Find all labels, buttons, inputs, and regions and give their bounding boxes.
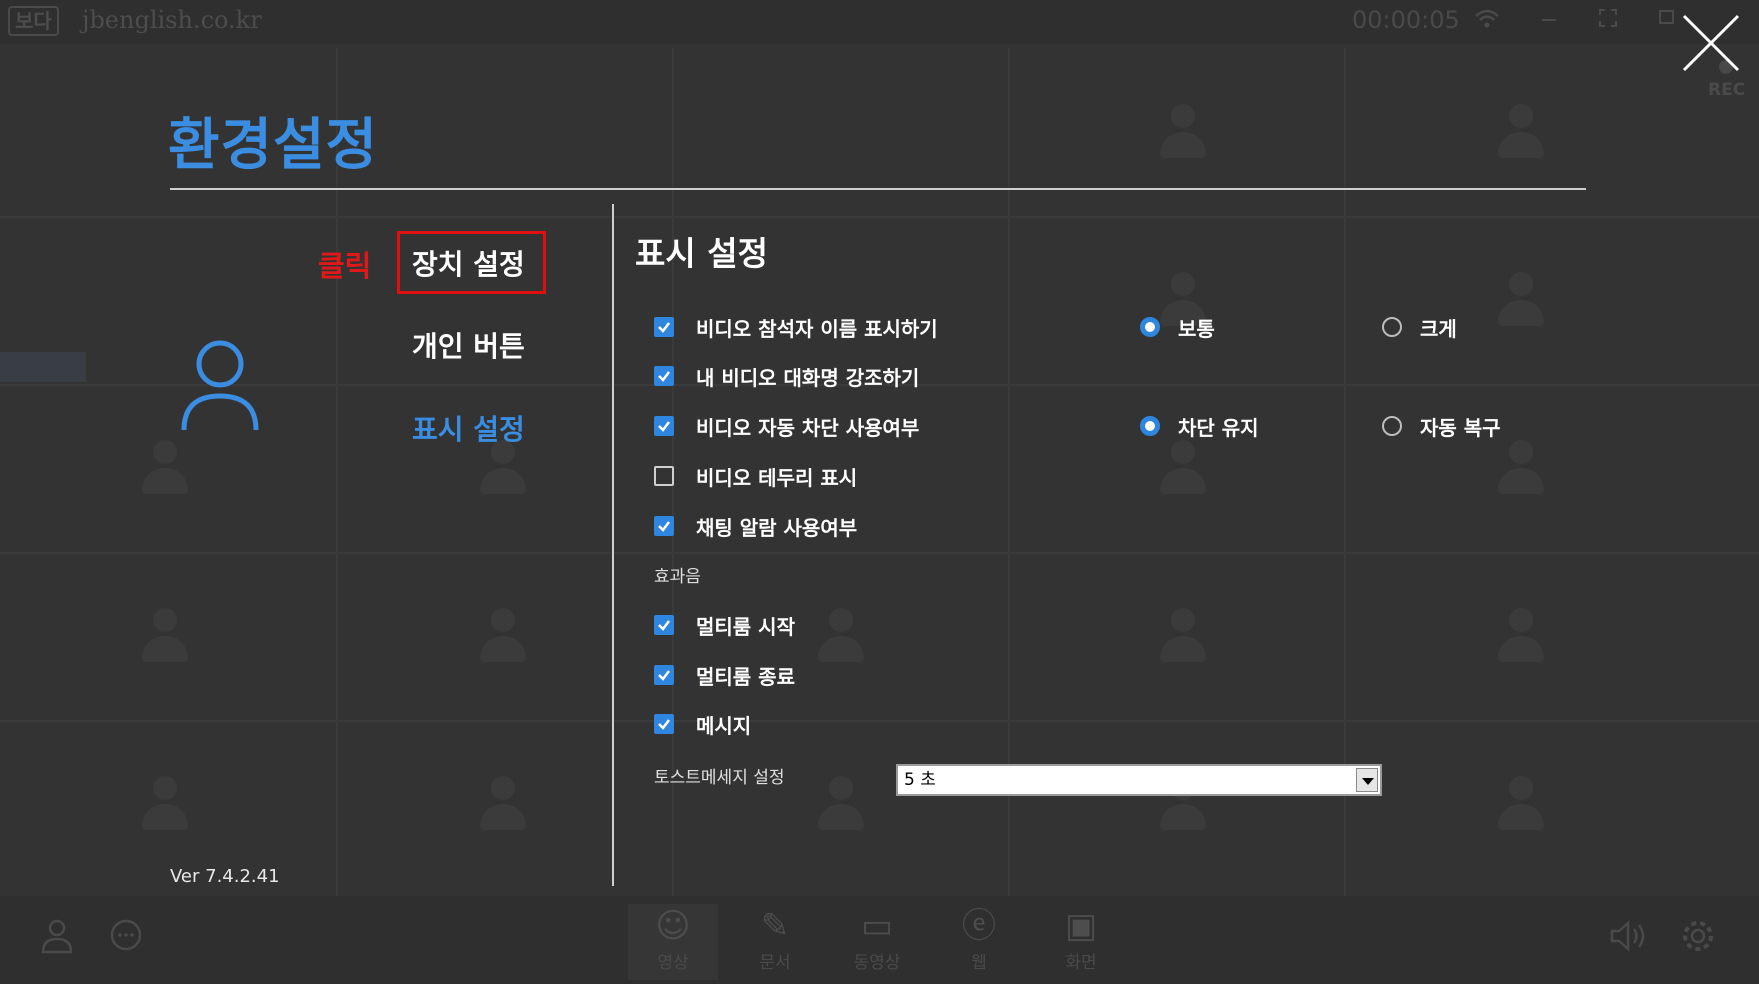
click-annotation: 클릭	[318, 249, 372, 283]
display-settings-heading: 표시 설정	[635, 234, 768, 273]
close-icon[interactable]	[1680, 12, 1742, 74]
gear-icon[interactable]	[1680, 918, 1716, 961]
radio-block-keep[interactable]: 차단 유지	[1140, 411, 1259, 441]
radio-name-size-normal[interactable]: 보통	[1140, 312, 1215, 342]
tool-movie[interactable]: ▭ 동영상	[832, 904, 922, 980]
option-show-participant-name[interactable]: 비디오 참석자 이름 표시하기	[654, 312, 938, 342]
settings-title: 환경설정	[168, 113, 379, 178]
toast-duration-value: 5 초	[904, 770, 936, 790]
chat-icon[interactable]	[108, 918, 144, 961]
radio-block-auto-restore[interactable]: 자동 복구	[1382, 411, 1501, 441]
user-profile-icon	[178, 338, 262, 434]
checkbox-checked-icon[interactable]	[654, 416, 674, 436]
tool-video[interactable]: ☺ 영상	[628, 904, 718, 980]
option-auto-block-video[interactable]: 비디오 자동 차단 사용여부	[654, 411, 919, 441]
maximize-icon[interactable]	[1658, 8, 1676, 32]
menu-device-settings[interactable]: 장치 설정	[412, 243, 525, 283]
participants-icon[interactable]	[40, 918, 74, 961]
option-sound-message[interactable]: 메시지	[654, 709, 751, 739]
radio-name-size-large[interactable]: 크게	[1382, 312, 1457, 342]
menu-personal-buttons[interactable]: 개인 버튼	[412, 325, 525, 365]
radio-unselected-icon[interactable]	[1382, 416, 1402, 436]
toast-message-label: 토스트메세지 설정	[654, 768, 785, 788]
radio-selected-icon[interactable]	[1140, 416, 1160, 436]
sound-effects-label: 효과음	[654, 567, 701, 587]
minimize-icon[interactable]	[1540, 8, 1558, 34]
checkbox-checked-icon[interactable]	[654, 714, 674, 734]
tool-web[interactable]: ⓔ 웹	[934, 904, 1024, 980]
title-divider	[170, 188, 1586, 190]
record-label: REC	[1708, 80, 1746, 100]
radio-unselected-icon[interactable]	[1382, 317, 1402, 337]
checkbox-checked-icon[interactable]	[654, 615, 674, 635]
screen-share-icon: ▣	[1064, 906, 1098, 946]
option-chat-alarm[interactable]: 채팅 알람 사용여부	[654, 511, 857, 541]
chevron-down-icon[interactable]	[1356, 768, 1378, 792]
speaker-icon[interactable]	[1608, 918, 1648, 961]
title-bar: 보다 jbenglish.co.kr 00:00:05	[0, 0, 1759, 44]
app-logo: 보다	[8, 6, 59, 36]
checkbox-checked-icon[interactable]	[654, 317, 674, 337]
option-video-border[interactable]: 비디오 테두리 표시	[654, 461, 857, 491]
session-timer: 00:00:05	[1352, 6, 1460, 34]
version-label: Ver 7.4.2.41	[170, 866, 280, 887]
tool-document[interactable]: ✎ 문서	[730, 904, 820, 980]
radio-selected-icon[interactable]	[1140, 317, 1160, 337]
wifi-icon	[1474, 8, 1500, 36]
video-icon: ▭	[860, 906, 894, 946]
checkbox-checked-icon[interactable]	[654, 665, 674, 685]
checkbox-checked-icon[interactable]	[654, 516, 674, 536]
web-icon: ⓔ	[962, 906, 996, 946]
option-sound-multiroom-end[interactable]: 멀티룸 종료	[654, 660, 795, 690]
checkbox-unchecked-icon[interactable]	[654, 466, 674, 486]
tool-screen-share[interactable]: ▣ 화면	[1036, 904, 1126, 980]
fullscreen-icon[interactable]	[1598, 8, 1618, 34]
smile-icon: ☺	[655, 906, 691, 946]
participant-mini-strip	[0, 352, 86, 382]
option-highlight-my-name[interactable]: 내 비디오 대화명 강조하기	[654, 361, 919, 391]
option-sound-multiroom-start[interactable]: 멀티룸 시작	[654, 610, 795, 640]
domain-label: jbenglish.co.kr	[82, 6, 262, 34]
panel-divider	[612, 204, 614, 886]
toast-duration-select[interactable]: 5 초	[896, 764, 1382, 796]
document-icon: ✎	[760, 906, 790, 946]
checkbox-checked-icon[interactable]	[654, 366, 674, 386]
menu-display-settings[interactable]: 표시 설정	[412, 408, 525, 448]
